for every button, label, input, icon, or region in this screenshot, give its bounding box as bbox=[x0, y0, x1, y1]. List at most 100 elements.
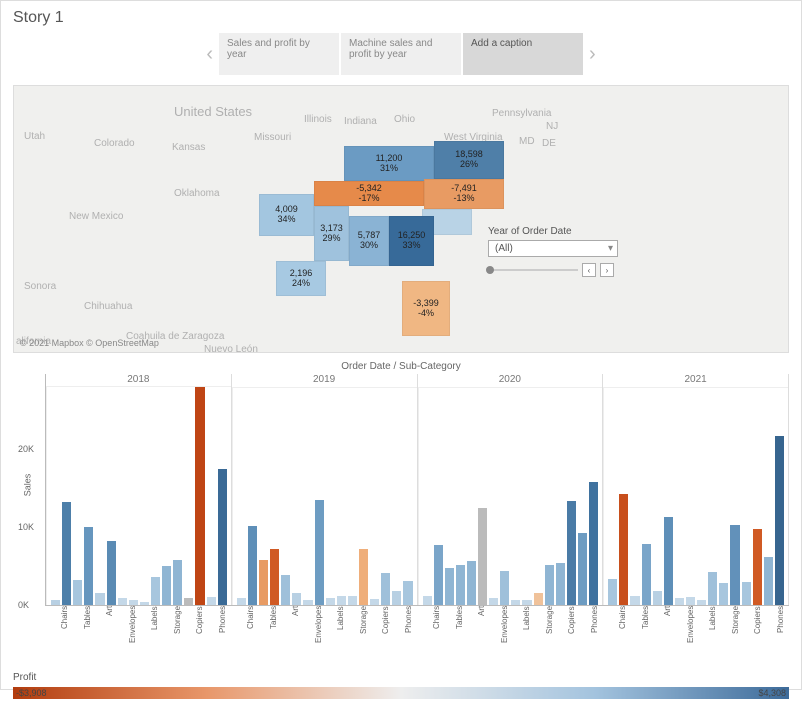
bar[interactable] bbox=[303, 600, 312, 605]
bar[interactable] bbox=[326, 598, 335, 605]
bar[interactable] bbox=[392, 591, 401, 605]
bar[interactable] bbox=[73, 580, 82, 605]
bar[interactable] bbox=[403, 581, 412, 605]
bar[interactable] bbox=[589, 482, 598, 605]
x-category-label bbox=[556, 606, 565, 666]
state-north-carolina[interactable]: -7,491-13% bbox=[424, 179, 504, 209]
bar[interactable] bbox=[348, 596, 357, 605]
bar[interactable] bbox=[95, 593, 104, 605]
map-viz[interactable]: United States UtahColoradoKansasMissouri… bbox=[13, 85, 789, 353]
x-axis-labels: ChairsTablesArtEnvelopesLabelsStorageCop… bbox=[45, 606, 789, 666]
bar[interactable] bbox=[619, 494, 628, 605]
bar[interactable] bbox=[162, 566, 171, 605]
state-georgia[interactable]: 16,25033% bbox=[389, 216, 434, 266]
bar[interactable] bbox=[184, 598, 193, 605]
bar[interactable] bbox=[556, 563, 565, 605]
bar[interactable] bbox=[129, 600, 138, 605]
y-axis-label: Sales bbox=[22, 473, 32, 496]
bar[interactable] bbox=[456, 565, 465, 605]
bar[interactable] bbox=[719, 583, 728, 605]
filter-select[interactable]: (All) bbox=[488, 240, 618, 257]
bar[interactable] bbox=[630, 596, 639, 605]
bar[interactable] bbox=[259, 560, 268, 605]
bar[interactable] bbox=[151, 577, 160, 605]
bar[interactable] bbox=[567, 501, 576, 605]
filter-slider[interactable]: ‹ › bbox=[488, 263, 618, 277]
x-category-label: Copiers bbox=[195, 606, 204, 666]
nav-prev-icon[interactable]: ‹ bbox=[206, 43, 213, 66]
bar[interactable] bbox=[315, 500, 324, 605]
bar[interactable] bbox=[370, 599, 379, 605]
bar[interactable] bbox=[207, 597, 216, 605]
bar[interactable] bbox=[642, 544, 651, 605]
bar[interactable] bbox=[423, 596, 432, 605]
nav-tabs: Sales and profit by yearMachine sales an… bbox=[219, 33, 583, 75]
x-category-label bbox=[579, 606, 588, 666]
bar[interactable] bbox=[686, 597, 695, 605]
bar[interactable] bbox=[730, 525, 739, 605]
bar[interactable] bbox=[107, 541, 116, 605]
state-florida[interactable]: -3,399-4% bbox=[402, 281, 450, 336]
state-louisiana[interactable]: 2,19624% bbox=[276, 261, 326, 296]
bar-chart[interactable]: Order Date / Sub-Category Sales 0K10K20K… bbox=[13, 361, 789, 677]
bar[interactable] bbox=[84, 527, 93, 605]
caption-tab[interactable]: Machine sales and profit by year bbox=[341, 33, 461, 75]
bar[interactable] bbox=[545, 565, 554, 605]
bar[interactable] bbox=[708, 572, 717, 605]
bar[interactable] bbox=[675, 598, 684, 605]
nav-next-icon[interactable]: › bbox=[589, 43, 596, 66]
bar[interactable] bbox=[173, 560, 182, 605]
bar[interactable] bbox=[195, 387, 204, 605]
state-tennessee[interactable]: -5,342-17% bbox=[314, 181, 424, 206]
bar[interactable] bbox=[500, 571, 509, 605]
bar[interactable] bbox=[337, 596, 346, 605]
bar[interactable] bbox=[489, 598, 498, 605]
bar[interactable] bbox=[775, 436, 784, 605]
filter-title: Year of Order Date bbox=[488, 226, 618, 237]
bar[interactable] bbox=[742, 582, 751, 605]
caption-tab[interactable]: Add a caption bbox=[463, 33, 583, 75]
state-alabama[interactable]: 5,78730% bbox=[349, 216, 389, 266]
x-category-label: Tables bbox=[641, 606, 650, 666]
bar[interactable] bbox=[697, 600, 706, 605]
bar[interactable] bbox=[292, 593, 301, 605]
bar[interactable] bbox=[664, 517, 673, 605]
bar[interactable] bbox=[118, 598, 127, 605]
bar[interactable] bbox=[218, 469, 227, 605]
bar[interactable] bbox=[140, 602, 149, 605]
bar[interactable] bbox=[578, 533, 587, 605]
bar[interactable] bbox=[62, 502, 71, 605]
x-category-label bbox=[630, 606, 639, 666]
bar[interactable] bbox=[478, 508, 487, 605]
slider-prev-icon[interactable]: ‹ bbox=[582, 263, 596, 277]
bar[interactable] bbox=[534, 593, 543, 605]
x-category-label bbox=[117, 606, 126, 666]
state-kentucky[interactable]: 11,20031% bbox=[344, 146, 434, 181]
bar[interactable] bbox=[653, 591, 662, 605]
bar[interactable] bbox=[522, 600, 531, 605]
slider-next-icon[interactable]: › bbox=[600, 263, 614, 277]
bar[interactable] bbox=[511, 600, 520, 605]
bar[interactable] bbox=[445, 568, 454, 605]
bar[interactable] bbox=[270, 549, 279, 605]
bar[interactable] bbox=[381, 573, 390, 605]
bar[interactable] bbox=[753, 529, 762, 605]
state-arkansas[interactable]: 4,00934% bbox=[259, 194, 314, 236]
x-category-label: Envelopes bbox=[500, 606, 509, 666]
bar[interactable] bbox=[467, 561, 476, 605]
bar[interactable] bbox=[248, 526, 257, 605]
bar[interactable] bbox=[434, 545, 443, 605]
map-country-label: United States bbox=[174, 104, 252, 119]
bar[interactable] bbox=[608, 579, 617, 605]
bar[interactable] bbox=[359, 549, 368, 605]
state-virginia[interactable]: 18,59826% bbox=[434, 141, 504, 179]
year-header: 2019 bbox=[232, 374, 417, 388]
state-mississippi[interactable]: 3,17329% bbox=[314, 206, 349, 261]
x-category-label: Chairs bbox=[246, 606, 255, 666]
bar[interactable] bbox=[51, 600, 60, 605]
x-category-label: Chairs bbox=[618, 606, 627, 666]
bar[interactable] bbox=[281, 575, 290, 605]
bar[interactable] bbox=[764, 557, 773, 605]
caption-tab[interactable]: Sales and profit by year bbox=[219, 33, 339, 75]
bar[interactable] bbox=[237, 598, 246, 605]
